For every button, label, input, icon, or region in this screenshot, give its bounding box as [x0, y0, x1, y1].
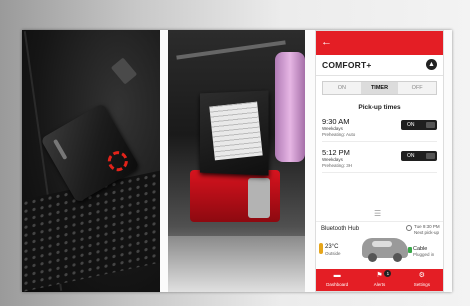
- phone-app-screen: ← COMFORT+ ▲ ON TIMER OFF Pick-up times …: [315, 30, 444, 292]
- outside-temperature: 23°C: [325, 244, 339, 250]
- next-pickup-label: Next pick-up: [414, 230, 440, 235]
- chevron-up-icon[interactable]: ▲: [426, 59, 437, 70]
- engine-cable: [176, 40, 286, 60]
- pickup-item[interactable]: 5:12 PM Weekdays Preheating: 3H ON: [322, 142, 437, 173]
- pickup-detail: Preheating: 3H: [322, 163, 353, 168]
- next-pickup: Tue 9:30 PM Next pick-up: [414, 224, 440, 236]
- tab-off[interactable]: OFF: [398, 82, 437, 94]
- plug-icon: [408, 247, 412, 253]
- outside-label: Outside: [325, 251, 341, 256]
- pickup-detail: Preheating: Auto: [322, 132, 356, 137]
- seat-clip: [110, 57, 138, 85]
- coolant-reservoir: [275, 52, 305, 162]
- pickup-days: Weekdays: [322, 126, 343, 131]
- drag-handle-icon[interactable]: ☰: [374, 209, 381, 218]
- arrow-left-icon[interactable]: ←: [321, 35, 332, 49]
- pickup-item[interactable]: 9:30 AM Weekdays Preheating: Auto ON: [322, 111, 437, 142]
- nav-settings[interactable]: ⚙ Settings: [401, 269, 443, 291]
- clock-icon: [406, 225, 412, 231]
- section-title: Pick-up times: [358, 104, 401, 111]
- bottom-nav: ▬ Dashboard ⚑ 1 Alerts ⚙ Settings: [316, 269, 443, 291]
- nav-label: Alerts: [373, 282, 386, 287]
- nav-label: Dashboard: [326, 282, 349, 287]
- device-led-ring: [104, 147, 132, 175]
- sensor-label: [209, 101, 263, 161]
- car-wheel: [393, 253, 402, 262]
- mount-bolt: [248, 178, 270, 218]
- car-icon: ▬: [333, 272, 341, 279]
- next-pickup-time: Tue 9:30 PM: [414, 224, 440, 229]
- photo-engine-sensor: [168, 30, 305, 292]
- feature-header: COMFORT+ ▲: [316, 55, 443, 76]
- pickup-time: 9:30 AM: [322, 117, 350, 126]
- gear-icon: ⚙: [418, 272, 425, 279]
- photo-interior-device: [22, 30, 160, 292]
- hub-name: Bluetooth Hub: [321, 226, 360, 232]
- bluetooth-hub-card: Bluetooth Hub Tue 9:30 PM Next pick-up 2…: [316, 221, 443, 268]
- nav-alerts[interactable]: ⚑ 1 Alerts: [358, 269, 400, 291]
- engine-bay-floor: [168, 236, 305, 292]
- alert-icon: ⚑: [376, 272, 383, 279]
- pickup-days: Weekdays: [322, 157, 343, 162]
- car-icon: [362, 238, 408, 262]
- mode-tabs: ON TIMER OFF: [322, 81, 437, 95]
- app-bar: ←: [316, 31, 443, 55]
- feature-title: COMFORT+: [322, 60, 372, 70]
- tab-timer[interactable]: TIMER: [360, 82, 399, 94]
- nav-dashboard[interactable]: ▬ Dashboard: [316, 269, 358, 291]
- pickup-toggle[interactable]: ON: [401, 151, 437, 161]
- pickup-time: 5:12 PM: [322, 148, 350, 157]
- thermometer-icon: [319, 243, 323, 254]
- pickup-toggle[interactable]: ON: [401, 120, 437, 130]
- tab-on[interactable]: ON: [323, 82, 361, 94]
- nav-label: Settings: [413, 282, 430, 287]
- device-slot: [52, 138, 68, 160]
- product-collage: ← COMFORT+ ▲ ON TIMER OFF Pick-up times …: [22, 30, 452, 292]
- car-window: [372, 241, 392, 247]
- car-wheel: [368, 253, 377, 262]
- cable-status: Plugged in: [413, 252, 435, 257]
